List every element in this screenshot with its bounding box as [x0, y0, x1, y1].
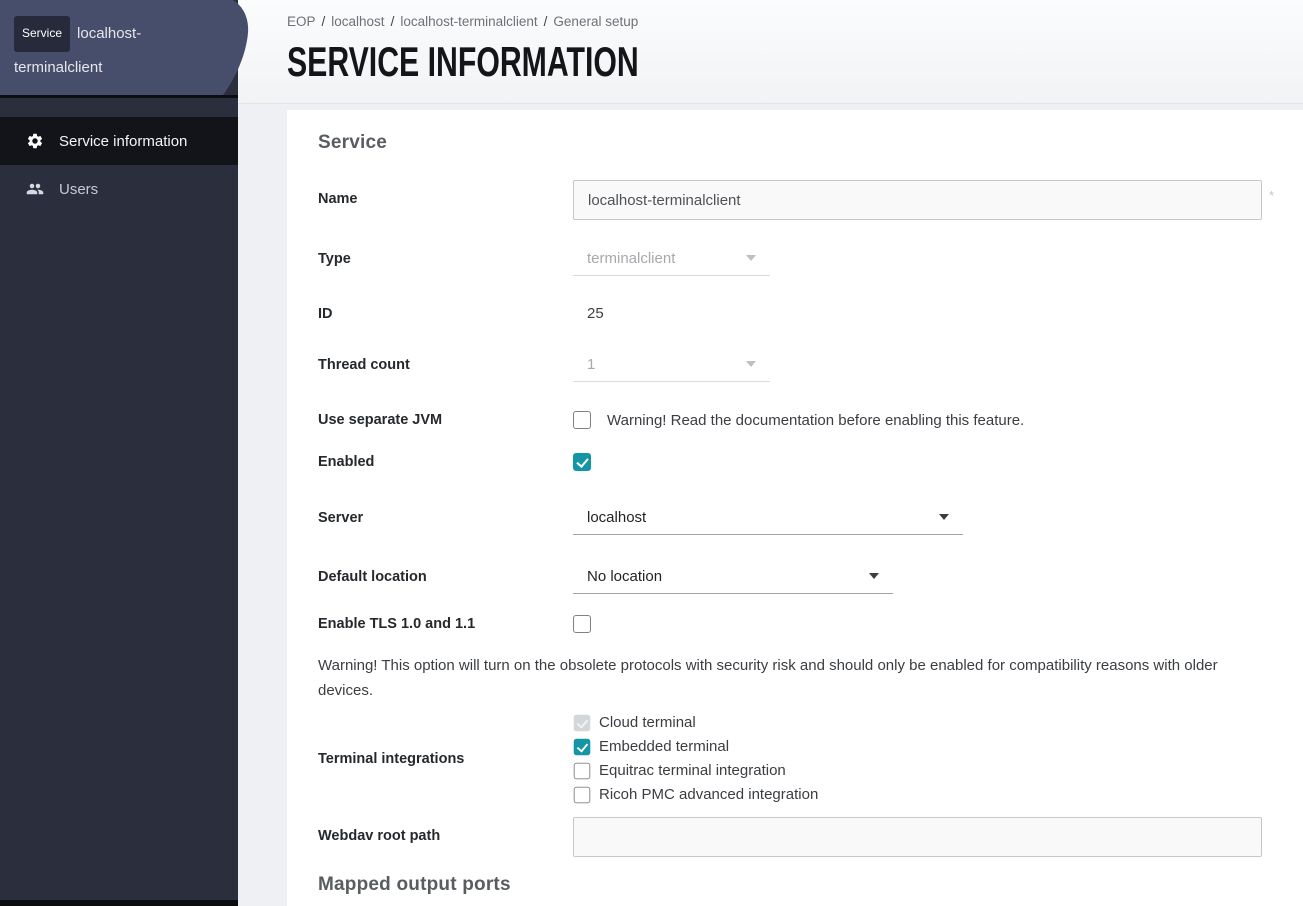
field-row-enabled: Enabled [318, 453, 1274, 471]
caret-down-icon [746, 361, 756, 367]
field-row-default-location: Default location No location [318, 560, 1274, 594]
default-location-label: Default location [318, 569, 573, 585]
field-row-webdav-root-path: Webdav root path [318, 817, 1274, 857]
service-form-card: Service Name * Type terminalclient ID [287, 110, 1303, 906]
sidebar-nav: Service information Users [0, 98, 238, 213]
enabled-checkbox[interactable] [573, 453, 591, 471]
terminal-option-ricoh: Ricoh PMC advanced integration [573, 785, 818, 804]
server-select[interactable]: localhost [573, 501, 963, 535]
enabled-label: Enabled [318, 454, 573, 470]
page-header: EOP / localhost / localhost-terminalclie… [238, 0, 1303, 104]
terminal-integrations-label: Terminal integrations [318, 751, 573, 767]
thread-count-select[interactable]: 1 [573, 348, 770, 382]
embedded-terminal-checkbox[interactable] [574, 738, 591, 755]
sidebar-bottom-bar [0, 900, 238, 906]
type-select-value: terminalclient [587, 250, 675, 267]
type-label: Type [318, 251, 573, 267]
field-row-use-separate-jvm: Use separate JVM Warning! Read the docum… [318, 411, 1274, 429]
name-input[interactable] [573, 180, 1262, 220]
page-title: SERVICE INFORMATION [287, 38, 1024, 86]
use-separate-jvm-label: Use separate JVM [318, 412, 573, 428]
id-label: ID [318, 306, 573, 322]
jvm-warning-text: Warning! Read the documentation before e… [607, 412, 1024, 429]
tls-warning-text: Warning! This option will turn on the ob… [318, 653, 1270, 703]
section-title-mapped-output-ports: Mapped output ports [318, 874, 1274, 896]
breadcrumb-item-eop[interactable]: EOP [287, 14, 316, 29]
webdav-root-path-input[interactable] [573, 817, 1262, 857]
terminal-option-cloud: Cloud terminal [573, 713, 818, 732]
gear-icon [26, 132, 44, 150]
field-row-id: ID 25 [318, 305, 1274, 322]
server-label: Server [318, 510, 573, 526]
content-background: Service Name * Type terminalclient ID [238, 104, 1303, 906]
terminal-option-embedded: Embedded terminal [573, 737, 818, 756]
breadcrumb-separator: / [391, 14, 395, 29]
cloud-terminal-label[interactable]: Cloud terminal [599, 714, 696, 731]
field-row-terminal-integrations: Terminal integrations Cloud terminal Emb… [318, 713, 1274, 804]
caret-down-icon [939, 514, 949, 520]
service-badge: Service [14, 16, 70, 52]
field-row-type: Type terminalclient [318, 242, 1274, 276]
breadcrumb-item-localhost[interactable]: localhost [331, 14, 384, 29]
field-row-thread-count: Thread count 1 [318, 348, 1274, 382]
sidebar-item-service-information[interactable]: Service information [0, 117, 238, 165]
enable-tls-label: Enable TLS 1.0 and 1.1 [318, 616, 573, 632]
main-area: EOP / localhost / localhost-terminalclie… [238, 0, 1303, 906]
breadcrumb-separator: / [544, 14, 548, 29]
sidebar: Servicelocalhost-terminalclient Service … [0, 0, 238, 906]
name-label: Name [318, 180, 573, 207]
breadcrumb-separator: / [322, 14, 326, 29]
sidebar-header: Servicelocalhost-terminalclient [0, 0, 238, 98]
section-title-service: Service [318, 132, 1274, 154]
server-select-value: localhost [587, 509, 646, 526]
thread-count-label: Thread count [318, 357, 573, 373]
field-row-name: Name * [318, 180, 1274, 220]
breadcrumb-item-general-setup[interactable]: General setup [553, 14, 638, 29]
breadcrumb-item-service[interactable]: localhost-terminalclient [400, 14, 537, 29]
enable-tls-checkbox[interactable] [573, 615, 591, 633]
embedded-terminal-label[interactable]: Embedded terminal [599, 738, 729, 755]
terminal-option-equitrac: Equitrac terminal integration [573, 761, 818, 780]
thread-count-select-value: 1 [587, 356, 595, 373]
default-location-select-value: No location [587, 568, 662, 585]
caret-down-icon [746, 255, 756, 261]
field-row-server: Server localhost [318, 501, 1274, 535]
sidebar-item-users[interactable]: Users [0, 165, 238, 213]
webdav-root-path-label: Webdav root path [318, 817, 573, 844]
equitrac-integration-checkbox[interactable] [574, 762, 591, 779]
users-icon [26, 180, 44, 198]
use-separate-jvm-checkbox[interactable] [573, 411, 591, 429]
sidebar-item-label: Users [59, 181, 98, 198]
sidebar-item-label: Service information [59, 133, 187, 150]
breadcrumb: EOP / localhost / localhost-terminalclie… [287, 14, 1303, 29]
ricoh-pmc-integration-label[interactable]: Ricoh PMC advanced integration [599, 786, 818, 803]
equitrac-integration-label[interactable]: Equitrac terminal integration [599, 762, 786, 779]
ricoh-pmc-integration-checkbox[interactable] [574, 786, 591, 803]
required-asterisk: * [1269, 188, 1274, 203]
id-value: 25 [573, 305, 604, 322]
type-select[interactable]: terminalclient [573, 242, 770, 276]
default-location-select[interactable]: No location [573, 560, 893, 594]
cloud-terminal-checkbox[interactable] [574, 714, 591, 731]
field-row-enable-tls: Enable TLS 1.0 and 1.1 [318, 615, 1274, 633]
caret-down-icon [869, 573, 879, 579]
